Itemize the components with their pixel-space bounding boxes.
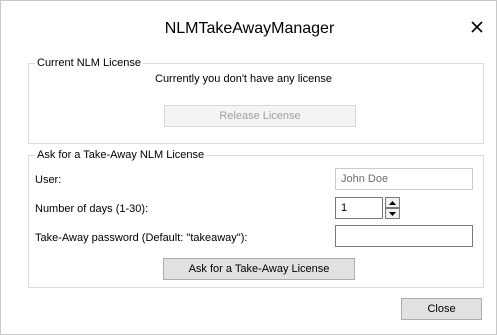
take-away-legend: Ask for a Take-Away NLM License bbox=[35, 148, 207, 162]
release-license-button[interactable]: Release License bbox=[164, 105, 356, 127]
dialog-window: NLMTakeAwayManager Current NLM License C… bbox=[0, 0, 497, 335]
arrow-down-icon bbox=[389, 211, 396, 216]
current-license-group: Current NLM License Currently you don't … bbox=[28, 56, 484, 144]
days-increment-button[interactable] bbox=[385, 197, 400, 208]
license-status-text: Currently you don't have any license bbox=[155, 73, 332, 85]
days-label: Number of days (1-30): bbox=[35, 203, 149, 215]
password-input[interactable] bbox=[335, 225, 473, 247]
close-window-button[interactable] bbox=[465, 15, 489, 39]
current-license-legend: Current NLM License bbox=[35, 56, 143, 70]
user-label: User: bbox=[35, 174, 62, 186]
close-button[interactable]: Close bbox=[401, 298, 482, 320]
password-label: Take-Away password (Default: "takeaway")… bbox=[35, 232, 248, 244]
dialog-title: NLMTakeAwayManager bbox=[164, 20, 335, 37]
user-field[interactable]: John Doe bbox=[335, 168, 473, 190]
take-away-group: Ask for a Take-Away NLM License User: Jo… bbox=[28, 148, 484, 288]
days-decrement-button[interactable] bbox=[385, 208, 400, 219]
days-input[interactable]: 1 bbox=[335, 197, 383, 219]
close-icon bbox=[471, 21, 483, 33]
ask-take-away-license-button[interactable]: Ask for a Take-Away License bbox=[163, 258, 355, 280]
arrow-up-icon bbox=[389, 200, 396, 205]
